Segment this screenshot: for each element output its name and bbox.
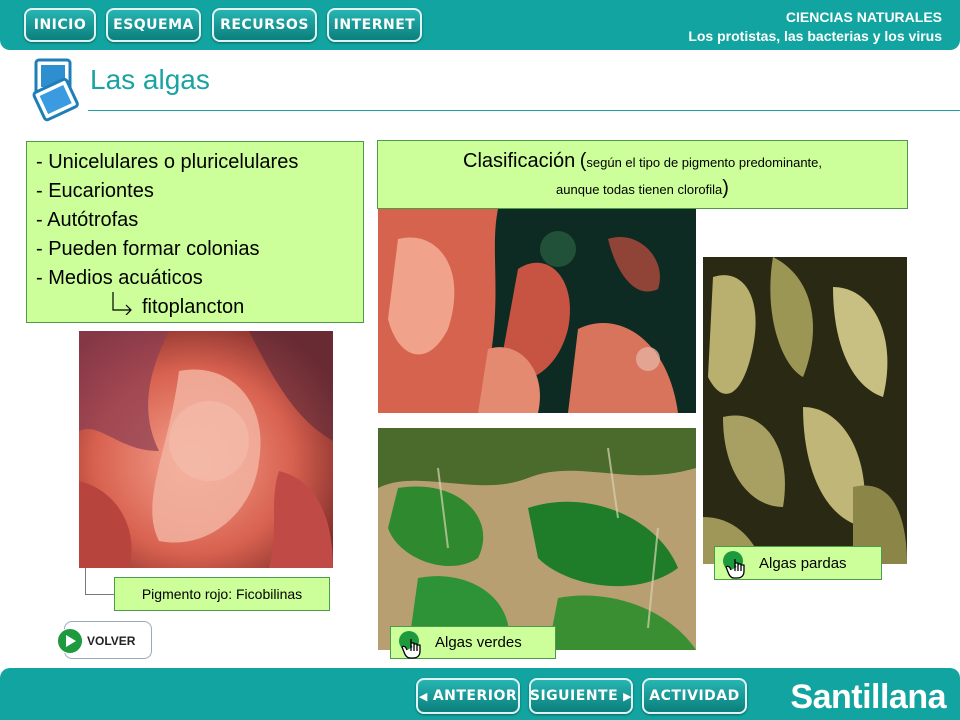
red-algae-photo: [79, 331, 333, 568]
pointer-hand-icon: [723, 551, 745, 579]
green-algae-photo: [378, 428, 696, 650]
inicio-button[interactable]: INICIO: [24, 8, 96, 42]
internet-button[interactable]: INTERNET: [327, 8, 422, 42]
title-divider: [88, 110, 960, 111]
classification-title: Clasificación: [463, 150, 576, 172]
volver-label: VOLVER: [87, 634, 136, 648]
top-nav-bar: INICIO ESQUEMA RECURSOS INTERNET CIENCIA…: [0, 0, 960, 50]
page-title: Las algas: [90, 64, 210, 95]
recursos-button[interactable]: RECURSOS: [212, 8, 317, 42]
pointer-hand-icon: [399, 631, 421, 659]
features-list: - Unicelulares o pluricelulares - Eucari…: [26, 141, 364, 323]
anterior-button[interactable]: ◀ ANTERIOR: [416, 678, 520, 714]
anterior-label: ANTERIOR: [432, 688, 518, 704]
feature-item: - Pueden formar colonias: [36, 238, 260, 260]
green-algae-text: Algas verdes: [435, 634, 522, 651]
feature-item: - Eucariontes: [36, 180, 154, 202]
classification-note-line1: según el tipo de pigmento predominante,: [586, 155, 822, 170]
label-connector: [85, 568, 114, 595]
siguiente-button[interactable]: SIGUIENTE ▶: [529, 678, 633, 714]
red-algae-colony-photo: [378, 209, 696, 413]
esquema-button[interactable]: ESQUEMA: [106, 8, 201, 42]
classification-note-line2: aunque todas tienen clorofila: [556, 182, 723, 197]
green-algae-label[interactable]: Algas verdes: [390, 626, 556, 659]
subject-name: CIENCIAS NATURALES: [785, 9, 942, 25]
feature-subitem: fitoplancton: [36, 292, 363, 322]
right-arrow-icon: ▶: [623, 689, 633, 703]
feature-item: - Unicelulares o pluricelulares: [36, 151, 299, 173]
corner-arrow-icon: [112, 292, 132, 315]
feature-item: - Medios acuáticos: [36, 267, 203, 289]
brown-algae-label[interactable]: Algas pardas: [714, 546, 882, 580]
actividad-button[interactable]: ACTIVIDAD: [642, 678, 747, 714]
bottom-nav-bar: ◀ ANTERIOR SIGUIENTE ▶ ACTIVIDAD Santillan…: [0, 668, 960, 720]
volver-button[interactable]: VOLVER: [57, 621, 152, 659]
subject-heading: CIENCIAS NATURALES Los protistas, las ba…: [688, 8, 942, 46]
feature-item: - Autótrofas: [36, 209, 139, 231]
classification-box: Clasificación (según el tipo de pigmento…: [377, 140, 908, 209]
paren-close: ): [722, 177, 729, 199]
brown-algae-text: Algas pardas: [759, 554, 847, 572]
siguiente-label: SIGUIENTE: [529, 688, 619, 704]
red-pigment-label: Pigmento rojo: Ficobilinas: [114, 577, 330, 611]
santillana-logo: Santillana: [790, 678, 946, 716]
left-arrow-icon: ◀: [418, 689, 428, 703]
slides-icon: [32, 58, 79, 122]
brown-algae-photo: [703, 257, 907, 564]
unit-name: Los protistas, las bacterias y los virus: [688, 28, 942, 44]
play-icon: [57, 628, 83, 654]
